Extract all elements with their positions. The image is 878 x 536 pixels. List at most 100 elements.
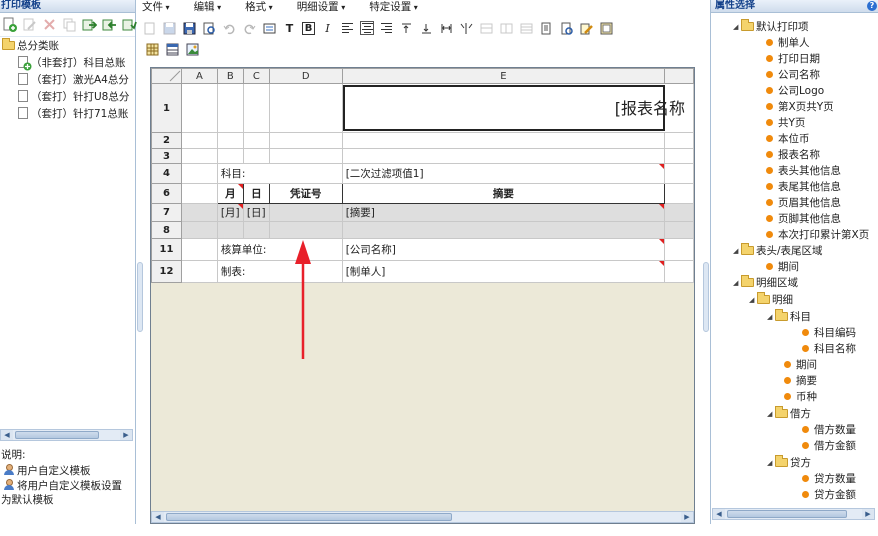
- prop-item[interactable]: 报表名称: [766, 147, 820, 163]
- print-setup-icon[interactable]: [559, 21, 574, 36]
- prop-item[interactable]: 贷方数量: [802, 471, 856, 487]
- prop-item[interactable]: 表尾其他信息: [766, 179, 841, 195]
- page-setup-icon[interactable]: [599, 21, 614, 36]
- collapse-icon[interactable]: ◢: [749, 292, 757, 308]
- tree-item-1[interactable]: （套打）激光A4总分: [0, 72, 135, 89]
- align-top-icon[interactable]: [399, 21, 414, 36]
- node-default-print[interactable]: ◢ 默认打印项: [733, 19, 809, 35]
- menu-special-settings[interactable]: 特定设置: [369, 0, 418, 14]
- collapse-icon[interactable]: ◢: [767, 309, 775, 325]
- save-as-icon[interactable]: [182, 21, 197, 36]
- prop-label: 摘要: [796, 375, 817, 387]
- node-debit[interactable]: ◢ 借方: [767, 406, 811, 422]
- italic-icon[interactable]: I: [320, 21, 335, 36]
- node-header-footer[interactable]: ◢ 表头/表尾区域: [733, 243, 823, 259]
- new-icon[interactable]: [2, 17, 17, 32]
- collapse-icon[interactable]: ◢: [733, 243, 741, 259]
- menu-format[interactable]: 格式: [245, 0, 273, 14]
- property-dot-icon: [766, 103, 773, 110]
- scroll-thumb[interactable]: [166, 513, 452, 521]
- tree-item-0[interactable]: （非套打）科目总账: [0, 55, 135, 72]
- menu-detail-settings[interactable]: 明细设置: [297, 0, 346, 14]
- prop-item[interactable]: 表头其他信息: [766, 163, 841, 179]
- prop-item[interactable]: 公司Logo: [766, 83, 824, 99]
- prop-item[interactable]: 打印日期: [766, 51, 820, 67]
- align-left-icon[interactable]: [340, 21, 355, 36]
- prop-item[interactable]: 公司名称: [766, 67, 820, 83]
- prop-item[interactable]: 本次打印累计第X页: [766, 227, 869, 243]
- print-preview-icon[interactable]: [539, 21, 554, 36]
- tree-item-3[interactable]: （套打）针打71总账: [0, 106, 135, 123]
- prop-item[interactable]: 本位币: [766, 131, 810, 147]
- right-splitter[interactable]: [703, 262, 709, 332]
- redo-icon[interactable]: [242, 21, 257, 36]
- table-view-icon[interactable]: [165, 42, 180, 57]
- node-subject[interactable]: ◢ 科目: [767, 309, 811, 325]
- new-doc-icon[interactable]: [142, 21, 157, 36]
- align-center-icon[interactable]: [360, 21, 374, 35]
- node-credit[interactable]: ◢ 贷方: [767, 455, 811, 471]
- sheet-horizontal-scrollbar[interactable]: ◀ ▶: [151, 511, 694, 523]
- scroll-thumb[interactable]: [15, 431, 99, 439]
- cell-style-icon[interactable]: [262, 21, 277, 36]
- prop-item[interactable]: 科目编码: [802, 325, 856, 341]
- align-right-icon[interactable]: [379, 21, 394, 36]
- bold-icon[interactable]: B: [302, 21, 315, 35]
- property-tree-scrollbar[interactable]: ◀ ▶: [712, 508, 875, 520]
- scroll-thumb[interactable]: [727, 510, 847, 518]
- prop-item[interactable]: 期间: [784, 357, 817, 373]
- prop-item[interactable]: 借方数量: [802, 422, 856, 438]
- prop-item[interactable]: 页脚其他信息: [766, 211, 841, 227]
- split-cells-icon[interactable]: [459, 21, 474, 36]
- refresh-icon[interactable]: [122, 17, 137, 32]
- menu-edit[interactable]: 编辑: [194, 0, 222, 14]
- node-detail[interactable]: ◢ 明细: [749, 292, 793, 308]
- prop-item[interactable]: 科目名称: [802, 341, 856, 357]
- scroll-left-icon[interactable]: ◀: [152, 512, 164, 522]
- text-tool-icon[interactable]: T: [282, 21, 297, 36]
- collapse-icon[interactable]: ◢: [733, 275, 741, 291]
- property-dot-icon: [766, 215, 773, 222]
- prop-item[interactable]: 期间: [766, 259, 799, 275]
- export-icon[interactable]: [82, 17, 98, 32]
- collapse-icon[interactable]: ◢: [767, 406, 775, 422]
- scroll-right-icon[interactable]: ▶: [862, 509, 874, 519]
- menu-file[interactable]: 文件: [142, 0, 170, 14]
- help-icon[interactable]: ?: [867, 1, 877, 11]
- import-icon[interactable]: [102, 17, 117, 32]
- save-icon[interactable]: [162, 21, 177, 36]
- prop-item[interactable]: 币种: [784, 389, 817, 405]
- user-settings-icon: [4, 479, 14, 490]
- scroll-right-icon[interactable]: ▶: [681, 512, 693, 522]
- insert-row-icon[interactable]: [479, 21, 494, 36]
- scroll-left-icon[interactable]: ◀: [1, 430, 13, 440]
- collapse-icon[interactable]: ◢: [767, 455, 775, 471]
- tree-item-2[interactable]: （套打）针打U8总分: [0, 89, 135, 106]
- node-detail-area[interactable]: ◢ 明细区域: [733, 275, 798, 291]
- prop-item[interactable]: 共Y页: [766, 115, 805, 131]
- grid-view-icon[interactable]: [145, 42, 160, 57]
- tree-root[interactable]: 总分类账: [0, 38, 135, 55]
- prop-item[interactable]: 摘要: [784, 373, 817, 389]
- prop-item[interactable]: 借方金额: [802, 438, 856, 454]
- undo-icon[interactable]: [222, 21, 237, 36]
- merge-cells-icon[interactable]: [439, 21, 454, 36]
- prop-item[interactable]: 页眉其他信息: [766, 195, 841, 211]
- scroll-left-icon[interactable]: ◀: [713, 509, 725, 519]
- delete-row-icon[interactable]: [519, 21, 534, 36]
- edit-pencil-icon[interactable]: [579, 21, 594, 36]
- collapse-icon[interactable]: ◢: [733, 19, 741, 35]
- prop-item[interactable]: 制单人: [766, 35, 810, 51]
- scroll-right-icon[interactable]: ▶: [120, 430, 132, 440]
- delete-icon[interactable]: [42, 17, 57, 32]
- copy-icon[interactable]: [62, 17, 77, 32]
- image-icon[interactable]: [185, 42, 200, 57]
- align-bottom-icon[interactable]: [419, 21, 434, 36]
- report-sheet[interactable]: A B C D E 1 [报表名称 2 3 4 科目: [二次过滤项值1] 6 …: [150, 67, 695, 524]
- prop-item[interactable]: 贷方金额: [802, 487, 856, 503]
- template-tree-scrollbar[interactable]: ◀ ▶: [0, 429, 133, 441]
- prop-item[interactable]: 第X页共Y页: [766, 99, 834, 115]
- edit-icon[interactable]: [22, 17, 37, 32]
- insert-col-icon[interactable]: [499, 21, 514, 36]
- preview-icon[interactable]: [202, 21, 217, 36]
